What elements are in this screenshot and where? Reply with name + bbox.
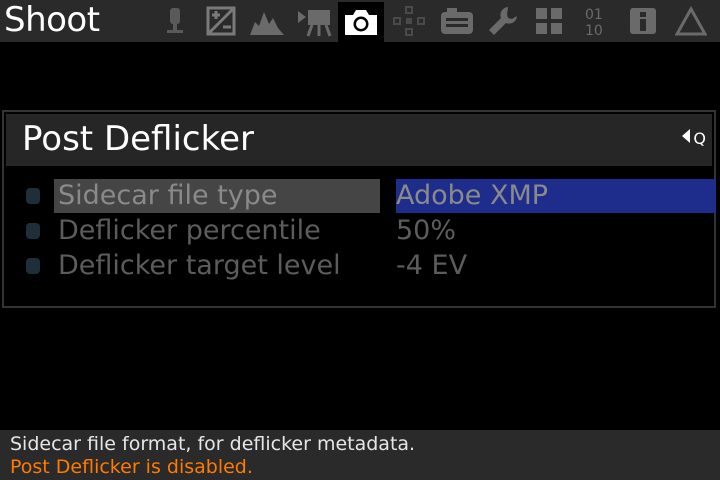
modules-icon bbox=[534, 6, 564, 36]
audio-icon bbox=[162, 6, 188, 36]
submenu-title: Post Deflicker bbox=[22, 119, 254, 159]
submenu-panel: Post Deflicker Q Sidecar file type Adobe… bbox=[2, 110, 716, 308]
menu-item-value: -4 EV bbox=[396, 250, 468, 281]
tab-prefs[interactable] bbox=[480, 2, 526, 40]
menu-item-label: Sidecar file type bbox=[54, 179, 380, 213]
tab-movie[interactable] bbox=[292, 2, 338, 40]
tab-delta[interactable] bbox=[668, 2, 714, 40]
submenu-header: Post Deflicker Q bbox=[6, 114, 712, 166]
help-bar: Sidecar file format, for deflicker metad… bbox=[0, 430, 720, 480]
tab-debug[interactable]: 01 10 bbox=[574, 2, 620, 40]
focus-icon bbox=[392, 5, 426, 37]
menu-item-bullet-icon bbox=[26, 223, 40, 239]
tab-modules[interactable] bbox=[526, 2, 572, 40]
page-title: Shoot bbox=[4, 0, 100, 40]
menu-item-deflicker-target-level[interactable]: Deflicker target level -4 EV bbox=[20, 249, 716, 283]
menu-tab-bar: Shoot 01 10 bbox=[0, 0, 720, 42]
display-icon bbox=[439, 6, 475, 36]
tab-info[interactable] bbox=[620, 2, 666, 40]
tab-focus[interactable] bbox=[386, 2, 432, 40]
menu-item-deflicker-percentile[interactable]: Deflicker percentile 50% bbox=[20, 214, 716, 248]
svg-text:10: 10 bbox=[585, 23, 603, 37]
menu-item-sidecar-file-type[interactable]: Sidecar file type Adobe XMP bbox=[20, 179, 716, 213]
menu-item-bullet-icon bbox=[26, 188, 40, 204]
q-hint-label: Q bbox=[693, 128, 706, 148]
menu-item-value: Adobe XMP bbox=[396, 179, 716, 213]
menu-item-bullet-icon bbox=[26, 258, 40, 274]
camera-icon bbox=[342, 7, 380, 37]
menu-item-label: Deflicker percentile bbox=[58, 215, 321, 246]
delta-icon bbox=[675, 6, 707, 36]
tab-overlay[interactable] bbox=[244, 2, 290, 40]
info-icon bbox=[628, 6, 658, 36]
tab-exposure[interactable] bbox=[198, 2, 244, 40]
q-button-hint[interactable]: Q bbox=[681, 128, 706, 149]
histogram-icon bbox=[249, 6, 285, 36]
menu-item-label: Deflicker target level bbox=[58, 250, 341, 281]
tab-audio[interactable] bbox=[152, 2, 198, 40]
svg-text:01: 01 bbox=[585, 7, 603, 23]
left-triangle-icon bbox=[681, 128, 691, 149]
help-text: Sidecar file format, for deflicker metad… bbox=[10, 433, 416, 455]
exposure-icon bbox=[206, 6, 236, 36]
warning-text: Post Deflicker is disabled. bbox=[10, 456, 253, 478]
ml-menu-screen: Shoot 01 10 Post Deflicker Q Sidecar fil… bbox=[0, 0, 720, 480]
menu-item-value: 50% bbox=[396, 215, 457, 246]
tab-display[interactable] bbox=[434, 2, 480, 40]
wrench-icon bbox=[487, 5, 519, 37]
movie-icon bbox=[296, 5, 334, 37]
tab-shoot[interactable] bbox=[338, 2, 384, 42]
debug-icon: 01 10 bbox=[581, 5, 613, 37]
